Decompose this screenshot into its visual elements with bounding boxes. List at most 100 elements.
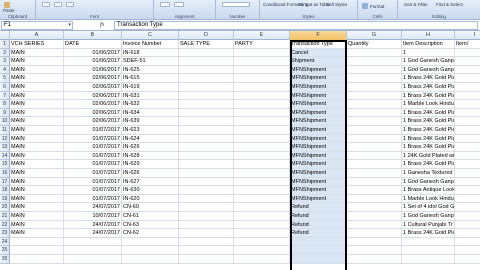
table-cell[interactable] [234,186,290,195]
table-cell[interactable] [455,57,480,66]
row-header[interactable]: 2 [0,48,10,58]
table-cell[interactable] [455,229,480,238]
table-cell[interactable] [347,229,402,238]
table-cell[interactable] [179,83,234,92]
format-as-table-button[interactable]: Format as Table [298,2,330,7]
table-cell[interactable] [64,237,122,247]
table-cell[interactable]: 02/06/2017 [64,91,122,101]
column-title-cell[interactable]: Quantity [347,40,402,49]
row-header[interactable]: 17 [0,177,10,187]
table-cell[interactable]: IN-631 [122,91,179,101]
table-cell[interactable] [64,246,122,255]
table-cell[interactable]: MFNShipment [290,65,347,75]
table-cell[interactable] [347,134,402,144]
table-cell[interactable]: MFNShipment [290,143,347,152]
table-cell[interactable]: 1 Brass 24K Gold Plat [402,160,455,169]
table-cell[interactable]: Refund [290,203,347,212]
table-cell[interactable]: 1 [402,48,455,58]
row-header[interactable]: 23 [0,229,10,238]
table-cell[interactable]: MAIN [10,203,64,212]
table-cell[interactable]: IN-623 [122,126,179,135]
table-cell[interactable] [347,212,402,221]
table-cell[interactable]: 1 Ganesha Textured [402,169,455,178]
column-header-h[interactable]: H [402,31,455,40]
row-header[interactable]: 20 [0,203,10,212]
table-cell[interactable] [234,100,290,109]
paste-button[interactable]: Paste [3,8,15,13]
table-cell[interactable]: MAIN [10,220,64,230]
table-cell[interactable]: 01/07/2017 [64,169,122,178]
row-header[interactable]: 26 [0,255,10,264]
table-cell[interactable]: MAIN [10,126,64,135]
table-cell[interactable]: 1 Brass 24K Gold Plat [402,126,455,135]
row-header[interactable]: 8 [0,100,10,109]
row-header[interactable]: 15 [0,160,10,169]
table-cell[interactable]: IN-620 [122,194,179,204]
column-title-cell[interactable]: DATE [64,40,122,49]
table-cell[interactable] [402,246,455,255]
row-header[interactable]: 5 [0,74,10,83]
table-cell[interactable] [455,74,480,83]
table-cell[interactable] [179,100,234,109]
table-cell[interactable] [234,169,290,178]
table-cell[interactable]: 24/07/2017 [64,229,122,238]
table-cell[interactable] [455,212,480,221]
table-cell[interactable]: MAIN [10,57,64,66]
table-cell[interactable]: 01/07/2017 [64,134,122,144]
table-cell[interactable] [347,48,402,58]
table-cell[interactable] [347,169,402,178]
table-cell[interactable] [179,169,234,178]
table-cell[interactable] [455,186,480,195]
table-cell[interactable]: MFNShipment [290,91,347,101]
table-cell[interactable]: MAIN [10,160,64,169]
row-header[interactable]: 14 [0,151,10,161]
table-cell[interactable]: MAIN [10,65,64,75]
table-cell[interactable]: MAIN [10,177,64,187]
table-cell[interactable]: 1 Brass 24K Gold Plat [402,229,455,238]
table-cell[interactable]: MFNShipment [290,194,347,204]
row-header[interactable]: 6 [0,83,10,92]
table-cell[interactable] [347,246,402,255]
table-cell[interactable] [179,108,234,118]
table-cell[interactable] [10,255,64,264]
table-cell[interactable]: IN-630 [122,186,179,195]
table-cell[interactable]: MFNShipment [290,160,347,169]
table-cell[interactable] [347,177,402,187]
table-cell[interactable]: 1 God Ganesh Ganp [402,212,455,221]
sort-filter-button[interactable]: Sort & Filter [404,2,432,7]
table-cell[interactable] [455,92,480,101]
table-cell[interactable] [179,74,234,83]
table-cell[interactable]: CN-60 [122,203,179,212]
table-cell[interactable]: IN-639 [122,117,179,126]
table-cell[interactable] [455,203,480,212]
table-cell[interactable]: 1 God Ganesh Ganp [402,177,455,187]
table-cell[interactable] [234,160,290,169]
table-cell[interactable] [455,109,480,118]
table-cell[interactable] [455,195,480,204]
italic-icon[interactable] [54,2,62,7]
table-cell[interactable] [347,237,402,247]
row-header[interactable]: 18 [0,186,10,195]
table-cell[interactable]: MAIN [10,229,64,238]
table-cell[interactable]: 1 Marble Look Hindu [402,100,455,109]
table-cell[interactable] [455,66,480,75]
table-cell[interactable] [455,238,480,247]
table-cell[interactable]: 1 24K Gold Plated wi [402,151,455,161]
table-cell[interactable] [347,83,402,92]
table-cell[interactable] [234,65,290,75]
conditional-formatting-button[interactable]: Conditional Formatting [263,2,308,7]
table-cell[interactable]: MFNShipment [290,151,347,161]
table-cell[interactable]: MAIN [10,100,64,109]
table-cell[interactable]: Cancel [290,48,347,58]
table-cell[interactable] [234,57,290,66]
table-cell[interactable]: 1 Brass Antique Look [402,186,455,195]
table-cell[interactable] [179,220,234,230]
table-cell[interactable] [64,255,122,264]
table-cell[interactable] [455,160,480,169]
table-cell[interactable] [347,194,402,204]
table-cell[interactable]: IN-619 [122,83,179,92]
table-cell[interactable] [347,220,402,230]
table-cell[interactable]: MAIN [10,212,64,221]
column-header-f[interactable]: F [290,31,347,40]
table-cell[interactable]: 24/07/2017 [64,203,122,212]
